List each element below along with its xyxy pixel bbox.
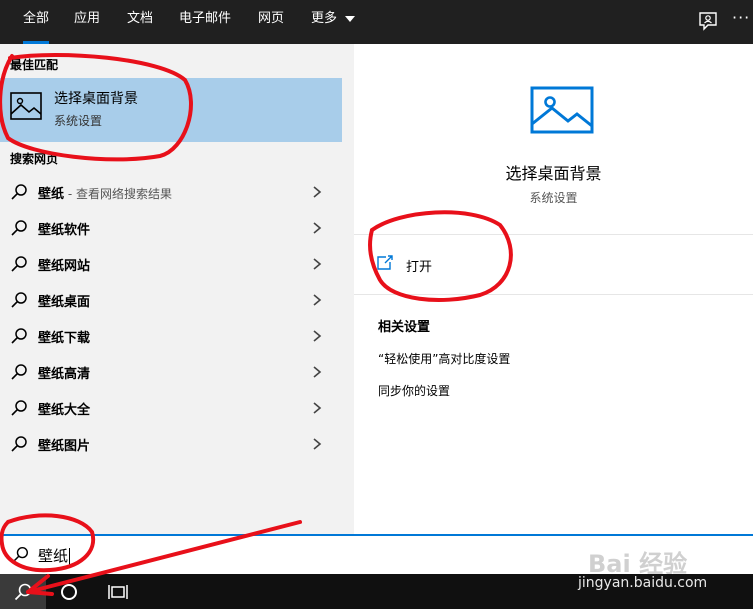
- suggestion-item[interactable]: 壁纸高清: [0, 354, 342, 390]
- tab-all[interactable]: 全部: [23, 0, 50, 44]
- suggestion-item[interactable]: 壁纸大全: [0, 390, 342, 426]
- suggestion-query: 壁纸网站: [38, 259, 91, 274]
- search-icon: [11, 436, 27, 452]
- detail-title: 选择桌面背景: [505, 164, 602, 183]
- tab-documents[interactable]: 文档: [127, 0, 153, 44]
- related-settings-heading: 相关设置: [378, 320, 431, 335]
- suggestion-label: 壁纸桌面: [38, 291, 90, 310]
- search-icon: [11, 292, 27, 308]
- best-match-title: 选择桌面背景: [54, 91, 138, 107]
- suggestion-label: 壁纸下载: [38, 327, 90, 346]
- search-input[interactable]: 壁纸: [38, 545, 71, 566]
- tab-email[interactable]: 电子邮件: [179, 0, 231, 44]
- tab-more[interactable]: 更多: [311, 0, 356, 44]
- text-caret: [69, 547, 71, 566]
- search-icon: [11, 220, 27, 236]
- suggestion-query: 壁纸大全: [38, 403, 91, 418]
- cortana-icon[interactable]: [60, 583, 78, 601]
- chevron-down-icon: [345, 15, 356, 22]
- search-icon: [11, 184, 27, 200]
- related-setting-link[interactable]: 同步你的设置: [378, 382, 450, 399]
- suggestion-query: 壁纸下载: [38, 331, 91, 346]
- chevron-right-icon[interactable]: [312, 291, 322, 309]
- suggestion-label: 壁纸高清: [38, 363, 90, 382]
- suggestion-query: 壁纸: [38, 187, 65, 202]
- suggestion-query: 壁纸桌面: [38, 295, 91, 310]
- suggestion-query: 壁纸图片: [38, 439, 91, 454]
- chevron-right-icon[interactable]: [312, 327, 322, 345]
- suggestion-item[interactable]: 壁纸软件: [0, 210, 342, 246]
- suggestion-item[interactable]: 壁纸图片: [0, 426, 342, 462]
- task-view-icon[interactable]: [108, 583, 128, 601]
- search-value: 壁纸: [38, 547, 69, 565]
- tab-web[interactable]: 网页: [258, 0, 284, 44]
- suggestion-label: 壁纸图片: [38, 435, 90, 454]
- suggestion-label: 壁纸 - 查看网络搜索结果: [38, 183, 172, 202]
- search-icon: [11, 364, 27, 380]
- detail-panel: 选择桌面背景 系统设置 打开 相关设置 “轻松使用”高对比度设置 同步你的设置: [354, 44, 753, 534]
- suggestion-query: 壁纸高清: [38, 367, 91, 382]
- more-options-icon[interactable]: ···: [732, 8, 750, 27]
- chevron-right-icon[interactable]: [312, 435, 322, 453]
- search-icon: [14, 583, 32, 601]
- chevron-right-icon[interactable]: [312, 399, 322, 417]
- suggestion-item[interactable]: 壁纸 - 查看网络搜索结果: [0, 174, 342, 210]
- taskbar-search-button[interactable]: [0, 574, 46, 609]
- detail-subtitle: 系统设置: [529, 191, 578, 205]
- suggestion-label: 壁纸网站: [38, 255, 90, 274]
- divider: [354, 234, 753, 235]
- divider: [354, 294, 753, 295]
- related-setting-link[interactable]: “轻松使用”高对比度设置: [378, 350, 510, 367]
- suggestion-item[interactable]: 壁纸桌面: [0, 282, 342, 318]
- search-icon: [11, 400, 27, 416]
- search-icon: [11, 328, 27, 344]
- chevron-right-icon[interactable]: [312, 363, 322, 381]
- open-action[interactable]: 打开: [354, 244, 753, 284]
- feedback-icon[interactable]: [697, 10, 719, 32]
- chevron-right-icon[interactable]: [312, 219, 322, 237]
- suggestion-query: 壁纸软件: [38, 223, 91, 238]
- filter-tab-bar: 全部 应用 文档 电子邮件 网页 更多 ···: [0, 0, 753, 44]
- watermark-url: jingyan.baidu.com: [578, 575, 708, 591]
- best-match-item[interactable]: 选择桌面背景 系统设置: [0, 78, 342, 142]
- tab-apps[interactable]: 应用: [74, 0, 100, 44]
- tab-more-label: 更多: [311, 11, 338, 26]
- chevron-right-icon[interactable]: [312, 183, 322, 201]
- suggestion-item[interactable]: 壁纸网站: [0, 246, 342, 282]
- suggestion-label: 壁纸软件: [38, 219, 90, 238]
- search-icon: [11, 256, 27, 272]
- results-panel: 最佳匹配 选择桌面背景 系统设置 搜索网页 壁纸 - 查看网络搜索结果 壁纸软件壁…: [0, 44, 342, 534]
- web-search-heading: 搜索网页: [10, 152, 59, 166]
- taskbar: jingyan.baidu.com: [0, 574, 753, 609]
- search-icon: [13, 546, 29, 562]
- suggestion-item[interactable]: 壁纸下载: [0, 318, 342, 354]
- best-match-heading: 最佳匹配: [10, 58, 59, 72]
- open-label: 打开: [406, 260, 433, 275]
- picture-icon: [10, 92, 42, 120]
- best-match-subtitle: 系统设置: [54, 114, 103, 128]
- suggestion-hint: - 查看网络搜索结果: [64, 187, 172, 201]
- open-icon: [377, 255, 393, 270]
- picture-icon: [530, 86, 594, 134]
- chevron-right-icon[interactable]: [312, 255, 322, 273]
- suggestion-label: 壁纸大全: [38, 399, 90, 418]
